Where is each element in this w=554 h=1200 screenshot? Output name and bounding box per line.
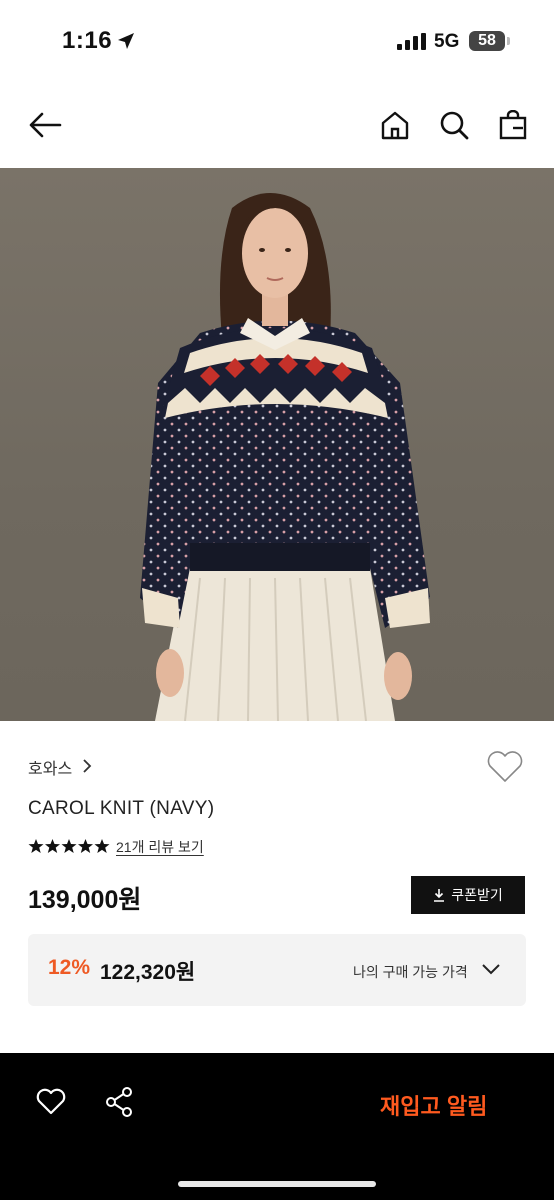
restock-alert-button[interactable]: 재입고 알림 bbox=[380, 1089, 487, 1121]
heart-icon[interactable] bbox=[36, 1088, 66, 1116]
model-illustration bbox=[140, 193, 430, 721]
discount-price: 122,320원 bbox=[100, 961, 196, 984]
battery-cap bbox=[507, 37, 510, 45]
product-title: CAROL KNIT (NAVY) bbox=[28, 798, 215, 819]
status-bar: 1:16 5G 58 bbox=[0, 0, 554, 80]
product-image[interactable] bbox=[0, 168, 554, 721]
location-arrow-icon bbox=[118, 33, 134, 49]
battery-indicator: 58 bbox=[469, 31, 505, 51]
top-nav bbox=[0, 80, 554, 168]
shopping-bag-icon[interactable] bbox=[499, 110, 527, 140]
network-type: 5G bbox=[434, 31, 460, 52]
home-icon[interactable] bbox=[380, 110, 410, 140]
home-indicator[interactable] bbox=[178, 1181, 376, 1187]
my-price-label: 나의 구매 가능 가격 bbox=[353, 964, 468, 980]
brand-link[interactable]: 호와스 bbox=[28, 755, 72, 779]
chevron-down-icon[interactable] bbox=[481, 963, 501, 975]
search-icon[interactable] bbox=[439, 110, 469, 140]
product-price: 139,000원 bbox=[28, 886, 142, 914]
my-price-box[interactable]: 12% 122,320원 나의 구매 가능 가격 bbox=[28, 934, 526, 1006]
status-time: 1:16 bbox=[62, 27, 113, 54]
rating-stars-icon bbox=[28, 839, 110, 853]
bottom-action-bar: 재입고 알림 bbox=[0, 1053, 554, 1200]
download-icon bbox=[434, 889, 445, 902]
coupon-button-label: 쿠폰받기 bbox=[451, 887, 503, 903]
cellular-signal-icon bbox=[397, 33, 426, 50]
heart-icon[interactable] bbox=[486, 750, 524, 784]
review-link[interactable]: 21개 리뷰 보기 bbox=[116, 837, 204, 857]
coupon-button[interactable]: 쿠폰받기 bbox=[411, 876, 525, 914]
share-icon[interactable] bbox=[104, 1086, 134, 1118]
arrow-left-icon[interactable] bbox=[28, 112, 62, 138]
discount-percent: 12% bbox=[48, 956, 91, 979]
chevron-right-icon[interactable] bbox=[82, 758, 92, 774]
